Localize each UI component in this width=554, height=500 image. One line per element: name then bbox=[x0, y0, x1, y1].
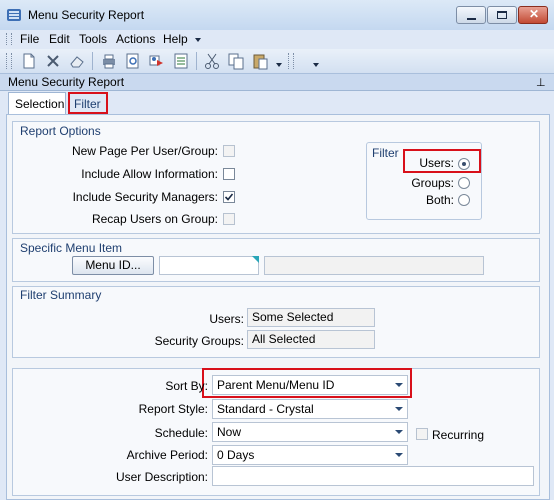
minimize-button[interactable] bbox=[456, 6, 486, 24]
menu-tools[interactable]: Tools bbox=[79, 32, 107, 46]
checkmark-icon bbox=[224, 193, 234, 201]
summary-groups-value: All Selected bbox=[247, 330, 375, 349]
tab-filter[interactable]: Filter bbox=[68, 92, 108, 114]
recurring-label: Recurring bbox=[432, 428, 485, 442]
archive-period-select[interactable]: 0 Days bbox=[212, 445, 408, 465]
cut-icon[interactable] bbox=[203, 52, 221, 70]
new-icon[interactable] bbox=[20, 52, 38, 70]
summary-groups-label: Security Groups: bbox=[154, 334, 244, 348]
toolbar-separator bbox=[92, 52, 93, 70]
filter-both-label: Both: bbox=[425, 193, 454, 207]
sort-by-label: Sort By: bbox=[165, 379, 208, 393]
tab-selection[interactable]: Selection bbox=[8, 92, 66, 114]
new-page-checkbox[interactable] bbox=[223, 145, 235, 157]
export-icon[interactable] bbox=[172, 52, 190, 70]
maximize-icon bbox=[497, 11, 507, 19]
toolbar-overflow-icon[interactable] bbox=[313, 63, 319, 67]
recurring-checkbox[interactable] bbox=[416, 428, 428, 440]
menu-description-field bbox=[264, 256, 484, 275]
pin-icon[interactable]: ⊥ bbox=[536, 76, 546, 89]
filter-groups-radio[interactable] bbox=[458, 177, 470, 189]
minimize-icon bbox=[467, 18, 476, 20]
paste-icon[interactable] bbox=[251, 52, 269, 70]
paste-dropdown-icon[interactable] bbox=[276, 63, 282, 67]
app-icon bbox=[7, 9, 21, 21]
include-allow-label: Include Allow Information: bbox=[81, 167, 218, 181]
summary-users-value: Some Selected bbox=[247, 308, 375, 327]
filter-groups-label: Groups: bbox=[411, 176, 454, 190]
schedule-label: Schedule: bbox=[154, 426, 208, 440]
tab-selection-label: Selection bbox=[15, 97, 65, 111]
recap-users-label: Recap Users on Group: bbox=[91, 212, 218, 226]
close-icon: ✕ bbox=[529, 7, 540, 21]
schedule-select[interactable]: Now bbox=[212, 422, 408, 442]
report-options-title: Report Options bbox=[20, 124, 101, 138]
report-style-value: Standard - Crystal bbox=[217, 402, 314, 416]
new-page-label: New Page Per User/Group: bbox=[71, 144, 218, 158]
chevron-down-icon bbox=[395, 383, 403, 387]
filter-users-radio[interactable] bbox=[458, 158, 470, 170]
user-description-input[interactable] bbox=[212, 466, 534, 486]
schedule-value: Now bbox=[217, 425, 242, 439]
toolbar-grip-icon bbox=[288, 53, 294, 69]
include-managers-checkbox[interactable] bbox=[223, 191, 235, 203]
recap-users-checkbox[interactable] bbox=[223, 213, 235, 225]
filter-users-label: Users: bbox=[419, 156, 454, 170]
copy-icon[interactable] bbox=[227, 52, 245, 70]
specific-menu-title: Specific Menu Item bbox=[20, 241, 123, 255]
report-style-label: Report Style: bbox=[138, 402, 208, 416]
include-allow-checkbox[interactable] bbox=[223, 168, 235, 180]
print-icon[interactable] bbox=[100, 52, 118, 70]
sort-by-value: Parent Menu/Menu ID bbox=[217, 378, 335, 392]
menu-actions[interactable]: Actions bbox=[116, 32, 155, 46]
menu-help[interactable]: Help bbox=[163, 32, 188, 46]
chevron-down-icon bbox=[395, 407, 403, 411]
sort-by-select[interactable]: Parent Menu/Menu ID bbox=[212, 375, 408, 395]
menu-overflow-icon[interactable] bbox=[195, 38, 201, 42]
archive-period-label: Archive Period: bbox=[126, 448, 208, 462]
chevron-down-icon bbox=[395, 453, 403, 457]
menu-grip-icon bbox=[6, 33, 12, 45]
toolbar-grip-icon bbox=[6, 53, 12, 69]
menu-edit[interactable]: Edit bbox=[49, 32, 70, 46]
archive-period-value: 0 Days bbox=[217, 448, 255, 462]
toolbar-separator bbox=[196, 52, 197, 70]
window-title: Menu Security Report bbox=[28, 8, 145, 22]
filter-both-radio[interactable] bbox=[458, 194, 470, 206]
print-preview-icon[interactable] bbox=[124, 52, 142, 70]
filter-group-title: Filter bbox=[372, 146, 399, 160]
close-button[interactable]: ✕ bbox=[518, 6, 548, 24]
menu-id-button[interactable]: Menu ID... bbox=[72, 256, 154, 275]
report-header-title: Menu Security Report bbox=[8, 75, 125, 89]
report-style-select[interactable]: Standard - Crystal bbox=[212, 399, 408, 419]
filter-summary-title: Filter Summary bbox=[20, 288, 102, 302]
eraser-icon[interactable] bbox=[68, 52, 86, 70]
user-description-label: User Description: bbox=[115, 470, 208, 484]
tab-filter-label: Filter bbox=[74, 97, 101, 111]
chevron-down-icon bbox=[395, 430, 403, 434]
menu-file[interactable]: File bbox=[20, 32, 39, 46]
lookup-marker-icon bbox=[252, 256, 259, 263]
menu-id-input[interactable] bbox=[159, 256, 259, 275]
summary-users-label: Users: bbox=[209, 312, 244, 326]
include-managers-label: Include Security Managers: bbox=[72, 190, 218, 204]
maximize-button[interactable] bbox=[487, 6, 517, 24]
delete-icon[interactable] bbox=[44, 52, 62, 70]
send-icon[interactable] bbox=[148, 52, 166, 70]
